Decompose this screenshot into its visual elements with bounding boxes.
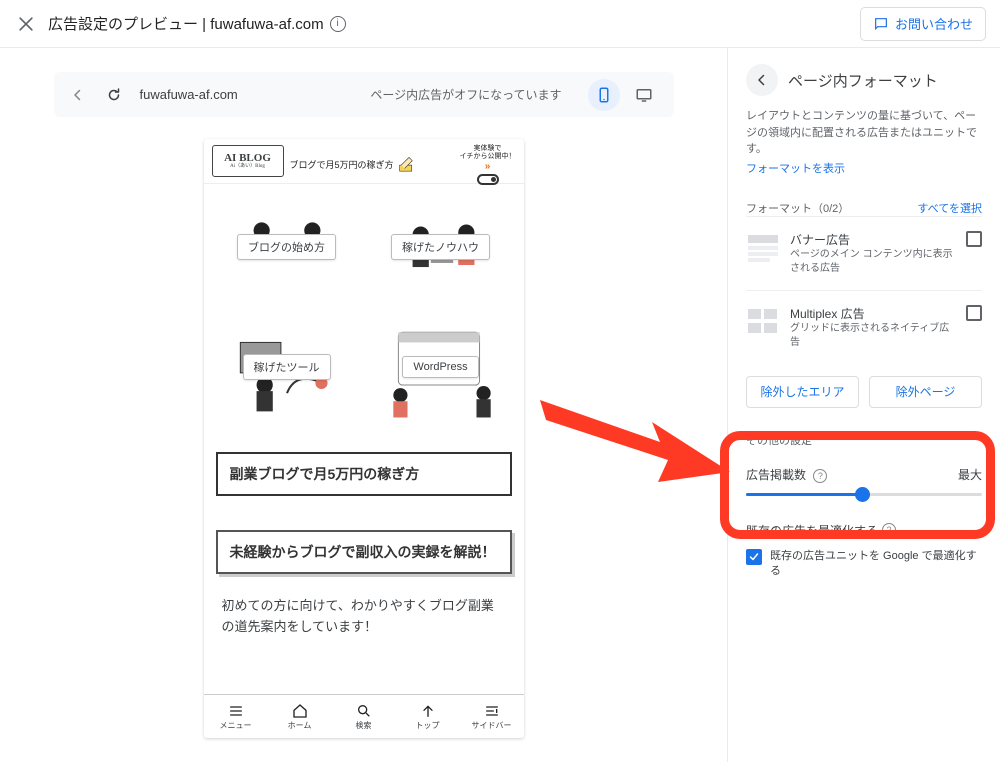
- top-bar: 広告設定のプレビュー | fuwafuwa-af.com i お問い合わせ: [0, 0, 1000, 48]
- page-title: 広告設定のプレビュー | fuwafuwa-af.com: [48, 13, 324, 34]
- help-icon[interactable]: ?: [813, 469, 827, 483]
- preview-url: fuwafuwa-af.com: [140, 87, 355, 102]
- reload-icon[interactable]: [104, 85, 124, 105]
- nav-search[interactable]: 検索: [332, 695, 396, 738]
- select-all-link[interactable]: すべてを選択: [917, 200, 982, 216]
- nav-sidebar[interactable]: サイドバー: [460, 695, 524, 738]
- show-format-link[interactable]: フォーマットを表示: [746, 163, 845, 175]
- category-tile[interactable]: ブログの始め方: [216, 192, 358, 302]
- chat-icon: [873, 16, 889, 32]
- slider-thumb[interactable]: [855, 487, 870, 502]
- format-row-multiplex[interactable]: Multiplex 広告 グリッドに表示されるネイティブ広告: [746, 290, 982, 364]
- excluded-pages-button[interactable]: 除外ページ: [869, 376, 982, 408]
- site-logo: AI BLOG Ai（あい）Blog: [212, 145, 284, 177]
- other-settings-heading: その他の設定: [746, 432, 982, 448]
- contact-button[interactable]: お問い合わせ: [860, 7, 986, 41]
- site-header-right: 実体験で イチから公開中！ »: [460, 145, 516, 184]
- category-label: 稼げたツール: [243, 354, 331, 380]
- arrow-left-icon: [753, 71, 771, 89]
- panel-back-button[interactable]: [746, 64, 778, 96]
- device-desktop-button[interactable]: [628, 79, 660, 111]
- format-row-banner[interactable]: バナー広告 ページのメイン コンテンツ内に表示される広告: [746, 216, 982, 290]
- category-tile[interactable]: 稼げたノウハウ: [370, 192, 512, 302]
- excluded-areas-button[interactable]: 除外したエリア: [746, 376, 859, 408]
- ad-count-max-label: 最大: [958, 466, 982, 483]
- mobile-preview-frame: AI BLOG Ai（あい）Blog ブログで月5万円の稼ぎ方 実体験で イチか…: [204, 139, 524, 738]
- article-card[interactable]: 未経験からブログで副収入の実録を解説！: [216, 530, 512, 574]
- panel-description: レイアウトとコンテンツの量に基づいて、ページの領域内に配置される広告またはユニッ…: [746, 108, 982, 158]
- category-tile[interactable]: WordPress: [370, 312, 512, 422]
- format-checkbox[interactable]: [966, 305, 982, 321]
- format-count-label: フォーマット（0/2）: [746, 200, 849, 216]
- optimize-checkbox[interactable]: [746, 549, 762, 565]
- site-header: AI BLOG Ai（あい）Blog ブログで月5万円の稼ぎ方 実体験で イチか…: [204, 139, 524, 184]
- bottom-nav: メニュー ホーム 検索 トップ サイドバー: [204, 694, 524, 738]
- back-arrow-icon[interactable]: [68, 85, 88, 105]
- panel-title: ページ内フォーマット: [788, 70, 938, 91]
- banner-format-icon: [746, 231, 780, 265]
- writing-hand-icon: [398, 153, 420, 175]
- ad-count-slider[interactable]: [746, 493, 982, 496]
- multiplex-format-icon: [746, 305, 780, 339]
- category-label: 稼げたノウハウ: [391, 234, 490, 260]
- optimize-existing-heading: 既存の広告を最適化する ?: [746, 522, 982, 539]
- category-tile[interactable]: 稼げたツール: [216, 312, 358, 422]
- close-icon[interactable]: [14, 12, 38, 36]
- preview-column: fuwafuwa-af.com ページ内広告がオフになっています AI BLOG…: [0, 48, 727, 762]
- nav-top[interactable]: トップ: [396, 695, 460, 738]
- help-icon[interactable]: ?: [882, 523, 896, 537]
- site-tagline: ブログで月5万円の稼ぎ方: [290, 158, 394, 171]
- preview-toolbar: fuwafuwa-af.com ページ内広告がオフになっています: [54, 72, 674, 117]
- sidebar-icon: [484, 703, 500, 719]
- ad-count-label: 広告掲載数 ?: [746, 466, 827, 483]
- intro-text: 初めての方に向けて、わかりやすくブログ副業の道先案内をしています！: [216, 596, 512, 638]
- article-card[interactable]: 副業ブログで月5万円の稼ぎ方: [216, 452, 512, 496]
- device-mobile-button[interactable]: [588, 79, 620, 111]
- nav-menu[interactable]: メニュー: [204, 695, 268, 738]
- ad-status-text: ページ内広告がオフになっています: [370, 86, 561, 103]
- format-title: Multiplex 広告: [790, 305, 956, 322]
- search-icon: [356, 703, 372, 719]
- format-desc: グリッドに表示されるネイティブ広告: [790, 322, 956, 350]
- arrow-up-icon: [420, 703, 436, 719]
- category-label: WordPress: [402, 356, 478, 378]
- dark-mode-toggle[interactable]: [477, 174, 499, 185]
- format-checkbox[interactable]: [966, 231, 982, 247]
- menu-icon: [228, 703, 244, 719]
- format-title: バナー広告: [790, 231, 956, 248]
- contact-button-label: お問い合わせ: [895, 14, 973, 33]
- home-icon: [292, 703, 308, 719]
- info-icon[interactable]: i: [330, 16, 346, 32]
- orange-arrows-icon: »: [485, 161, 491, 172]
- optimize-checkbox-label: 既存の広告ユニットを Google で最適化する: [770, 549, 982, 580]
- settings-panel: ページ内フォーマット レイアウトとコンテンツの量に基づいて、ページの領域内に配置…: [727, 48, 1000, 762]
- category-grid: ブログの始め方 稼げたノウハウ: [216, 192, 512, 422]
- nav-home[interactable]: ホーム: [268, 695, 332, 738]
- format-desc: ページのメイン コンテンツ内に表示される広告: [790, 248, 956, 276]
- category-label: ブログの始め方: [237, 234, 336, 260]
